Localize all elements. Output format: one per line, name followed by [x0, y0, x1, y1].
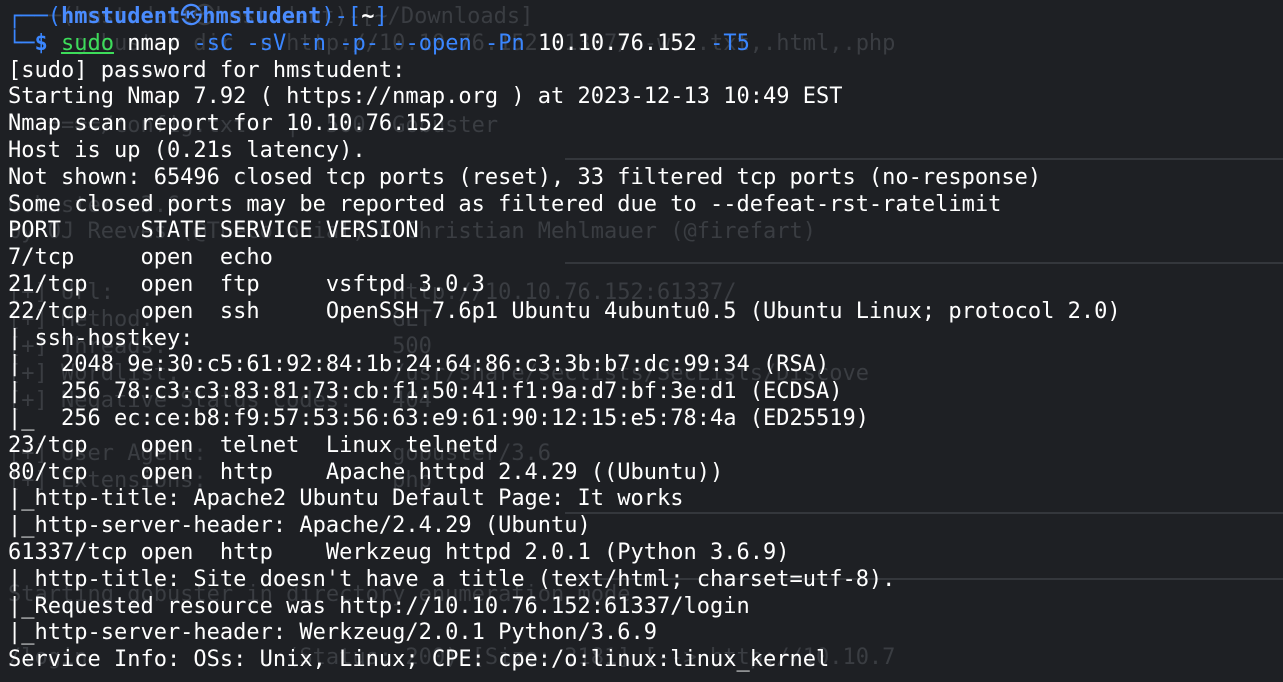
output-line: 61337/tcp open http Werkzeug httpd 2.0.1…	[8, 539, 790, 565]
terminal-window[interactable]: ─(hmstudent㉿hmstudent)-[~/Downloads] gob…	[0, 0, 1283, 682]
terminal-output: ┌──(hmstudent㉿hmstudent)-[~] └─$ sudo nm…	[8, 4, 1121, 674]
output-line: Not shown: 65496 closed tcp ports (reset…	[8, 164, 1042, 190]
prompt-line-top: ┌──(hmstudent㉿hmstudent)-[~]	[8, 4, 1121, 31]
command-nmap: nmap	[127, 30, 181, 56]
output-line: 80/tcp open http Apache httpd 2.4.29 ((U…	[8, 459, 724, 485]
command-option: -T5	[710, 30, 750, 56]
prompt-host: hmstudent	[202, 4, 322, 29]
prompt-box-top: ┌──(	[8, 4, 61, 29]
output-line: | 2048 9e:30:c5:61:92:84:1b:24:64:86:c3:…	[8, 352, 830, 378]
output-line: Service Info: OSs: Unix, Linux; CPE: cpe…	[8, 647, 830, 673]
output-line: 7/tcp open echo	[8, 245, 273, 271]
output-line: 23/tcp open telnet Linux telnetd	[8, 432, 499, 458]
output-line: | http-title: Site doesn't have a title …	[8, 566, 896, 592]
output-line: |_http-server-header: Werkzeug/2.0.1 Pyt…	[8, 620, 658, 646]
prompt-line-command: └─$ sudo nmap -sC -sV -n -p- --open -Pn …	[8, 31, 1121, 58]
command-option: -n	[299, 30, 326, 56]
output-line: |_http-title: Apache2 Ubuntu Default Pag…	[8, 486, 684, 512]
prompt-box-bottom: └─	[8, 30, 35, 56]
command-option: -Pn	[484, 30, 525, 56]
prompt-bracket: )-[	[321, 4, 362, 29]
output-line: | 256 78:c3:c3:83:81:73:cb:f1:50:41:f1:9…	[8, 379, 843, 405]
output-line: Nmap scan report for 10.10.76.152	[8, 111, 446, 137]
prompt-at-symbol: ㉿	[180, 4, 203, 29]
command-option: --open	[392, 30, 472, 56]
command-target: 10.10.76.152	[537, 30, 697, 56]
output-line: [sudo] password for hmstudent:	[8, 57, 406, 83]
prompt-dollar: $	[34, 30, 48, 56]
command-option: -p-	[339, 30, 379, 56]
prompt-bracket-end: ]	[374, 4, 388, 29]
output-line: PORT STATE SERVICE VERSION	[8, 218, 419, 244]
command-sudo: sudo	[61, 30, 114, 56]
output-line: |_http-server-header: Apache/2.4.29 (Ubu…	[8, 513, 591, 539]
output-line: |_ 256 ec:ce:b8:f9:57:53:56:63:e9:61:90:…	[8, 405, 869, 431]
command-option: -sC	[193, 30, 234, 56]
output-line: 21/tcp open ftp vsftpd 3.0.3	[8, 271, 485, 297]
output-line: 22/tcp open ssh OpenSSH 7.6p1 Ubuntu 4ub…	[8, 298, 1121, 324]
output-line: Starting Nmap 7.92 ( https://nmap.org ) …	[8, 84, 843, 110]
prompt-cwd: ~	[361, 4, 375, 29]
output-line: | ssh-hostkey:	[8, 325, 194, 351]
prompt-user: hmstudent	[60, 4, 181, 29]
command-option: -sV	[246, 30, 287, 56]
output-line: Some closed ports may be reported as fil…	[8, 191, 1002, 217]
output-line: |_Requested resource was http://10.10.76…	[8, 593, 750, 619]
output-line: Host is up (0.21s latency).	[8, 137, 366, 163]
